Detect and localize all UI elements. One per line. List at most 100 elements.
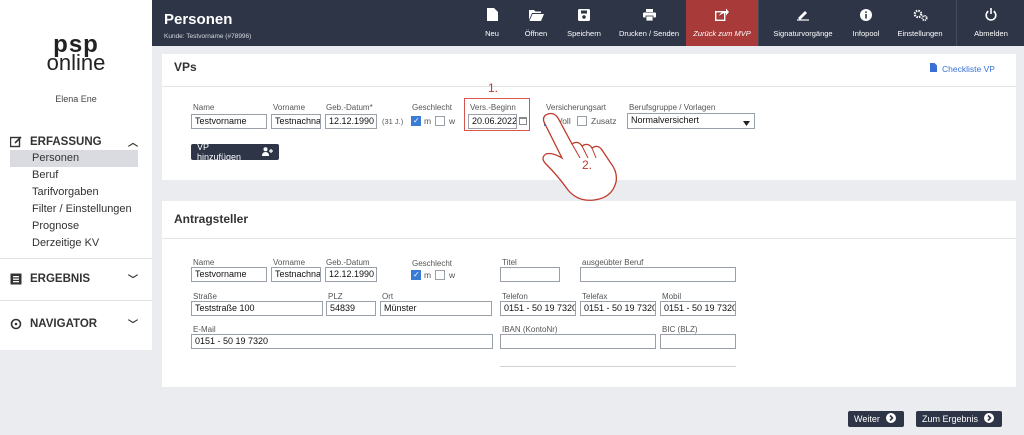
sidebar-item-filter[interactable]: Filter / Einstellungen [10, 201, 138, 218]
settings-button[interactable]: Einstellungen [892, 0, 948, 46]
sidebar-item-personen[interactable]: Personen [10, 150, 138, 167]
divider [162, 238, 1016, 239]
titel-input[interactable] [500, 267, 560, 282]
vp-name-input[interactable]: Testvorname [191, 114, 267, 129]
save-button[interactable]: Speichern [562, 0, 606, 46]
berufsgruppe-label: Berufsgruppe / Vorlagen [629, 103, 716, 112]
antragsteller-panel: Antragsteller Name Vorname Geb.-Datum Ge… [162, 201, 1016, 387]
weiter-label: Weiter [854, 414, 880, 424]
sidebar-item-derzeitige-kv[interactable]: Derzeitige KV [10, 235, 138, 252]
chevron-down-icon: ﹀ [128, 275, 138, 286]
infopool-button[interactable]: Infopool [848, 0, 884, 46]
zum-ergebnis-button[interactable]: Zum Ergebnis [916, 411, 1002, 427]
checkliste-link[interactable]: Checkliste VP [930, 63, 995, 74]
open-label: Öffnen [524, 28, 548, 38]
plz-input[interactable]: 54839 [326, 301, 376, 316]
power-icon [985, 8, 997, 24]
annotation-step1: 1. [488, 81, 499, 95]
vp-geb-input[interactable]: 12.12.1990 [325, 114, 377, 129]
telefax-input[interactable]: 0151 - 50 19 7320 [580, 301, 656, 316]
versbeginn-input[interactable]: 20.06.2022 [468, 114, 517, 129]
bic-input[interactable] [660, 334, 736, 349]
a-geschlecht-label: Geschlecht [412, 259, 453, 268]
a-vorname-label: Vorname [273, 258, 306, 267]
plz-label: PLZ [328, 292, 343, 301]
caret-down-icon [743, 118, 750, 128]
sidebar: psp online Elena Ene ERFASSUNG ︿ Persone… [0, 0, 152, 350]
sidebar-item-tarifvorgaben[interactable]: Tarifvorgaben [10, 184, 138, 201]
signature-icon [796, 9, 810, 24]
antragsteller-title: Antragsteller [174, 212, 249, 226]
print-send-button[interactable]: Drucken / Senden [616, 0, 682, 46]
file-icon [486, 8, 498, 24]
weiter-button[interactable]: Weiter [848, 411, 904, 427]
info-icon [860, 8, 872, 24]
ort-label: Ort [382, 292, 394, 301]
vp-vorname-input[interactable]: Testnachname [271, 114, 321, 129]
vp-m-label: m [424, 116, 432, 126]
vp-m-checkbox[interactable] [411, 116, 421, 126]
list-icon [10, 273, 22, 285]
a-vorname-input[interactable]: Testnachname [271, 267, 321, 282]
nav-items: Personen Beruf Tarifvorgaben Filter / Ei… [10, 150, 138, 252]
a-m-checkbox[interactable] [411, 270, 421, 280]
geschlecht-label: Geschlecht [412, 103, 453, 112]
strasse-input[interactable]: Teststraße 100 [191, 301, 323, 316]
email-input[interactable]: 0151 - 50 19 7320 [191, 334, 493, 349]
telefax-label: Telefax [582, 292, 608, 301]
mobil-label: Mobil [662, 292, 682, 301]
logout-button[interactable]: Abmelden [964, 0, 1018, 46]
crosshair-icon [10, 318, 22, 330]
folder-open-icon [528, 9, 544, 24]
checkliste-label: Checkliste VP [942, 63, 995, 74]
iban-label: IBAN (KontoNr) [502, 325, 558, 334]
a-w-label: w [449, 270, 456, 280]
bic-label: BIC (BLZ) [662, 325, 698, 334]
section-ergebnis-label: ERGEBNIS [30, 272, 91, 285]
separator [758, 0, 759, 46]
divider [0, 258, 152, 259]
a-w-checkbox[interactable] [435, 270, 445, 280]
a-name-label: Name [193, 258, 215, 267]
open-button[interactable]: Öffnen [519, 0, 553, 46]
hand-pointer-icon [538, 112, 620, 206]
email-label: E-Mail [193, 325, 216, 334]
section-erfassung[interactable]: ERFASSUNG ︿ [10, 134, 138, 149]
mobil-input[interactable]: 0151 - 50 19 7320 [660, 301, 736, 316]
new-button[interactable]: Neu [479, 0, 505, 46]
divider [500, 366, 736, 367]
section-ergebnis[interactable]: ERGEBNIS ﹀ [10, 271, 138, 286]
sidebar-item-prognose[interactable]: Prognose [10, 218, 138, 235]
save-label: Speichern [567, 28, 601, 38]
edit-icon [10, 135, 22, 148]
annotation-step2: 2. [582, 158, 593, 172]
telefon-label: Telefon [502, 292, 528, 301]
zum-ergebnis-label: Zum Ergebnis [922, 414, 979, 424]
a-geb-input[interactable]: 12.12.1990 [325, 267, 377, 282]
calendar-icon[interactable] [519, 116, 527, 127]
ort-input[interactable]: Münster [380, 301, 492, 316]
a-geb-label: Geb.-Datum [326, 258, 370, 267]
sidebar-item-beruf[interactable]: Beruf [10, 167, 138, 184]
a-name-input[interactable]: Testvorname [191, 267, 267, 282]
section-navigator[interactable]: NAVIGATOR ﹀ [10, 316, 138, 331]
divider [162, 86, 1016, 87]
vps-panel: VPs Checkliste VP Name Vorname Geb.-Datu… [162, 54, 1016, 201]
add-vp-button[interactable]: VP hinzufügen [191, 142, 279, 162]
back-to-mvp-button[interactable]: Zurück zum MVP [686, 0, 758, 46]
telefon-input[interactable]: 0151 - 50 19 7320 [500, 301, 576, 316]
berufsgruppe-select[interactable]: Normalversichert [627, 113, 755, 129]
iban-input[interactable] [500, 334, 656, 349]
infopool-label: Infopool [852, 28, 880, 38]
back-to-mvp-label: Zurück zum MVP [693, 29, 751, 38]
new-label: Neu [485, 29, 499, 38]
geb-label: Geb.-Datum* [326, 103, 373, 112]
page-title: Personen [164, 11, 233, 28]
add-vp-label: VP hinzufügen [197, 142, 242, 162]
vp-w-checkbox[interactable] [435, 116, 445, 126]
separator [956, 0, 957, 46]
beruf-input[interactable] [580, 267, 736, 282]
a-m-label: m [424, 270, 432, 280]
vps-title: VPs [174, 60, 197, 74]
signature-button[interactable]: Signaturvorgänge [768, 0, 838, 46]
